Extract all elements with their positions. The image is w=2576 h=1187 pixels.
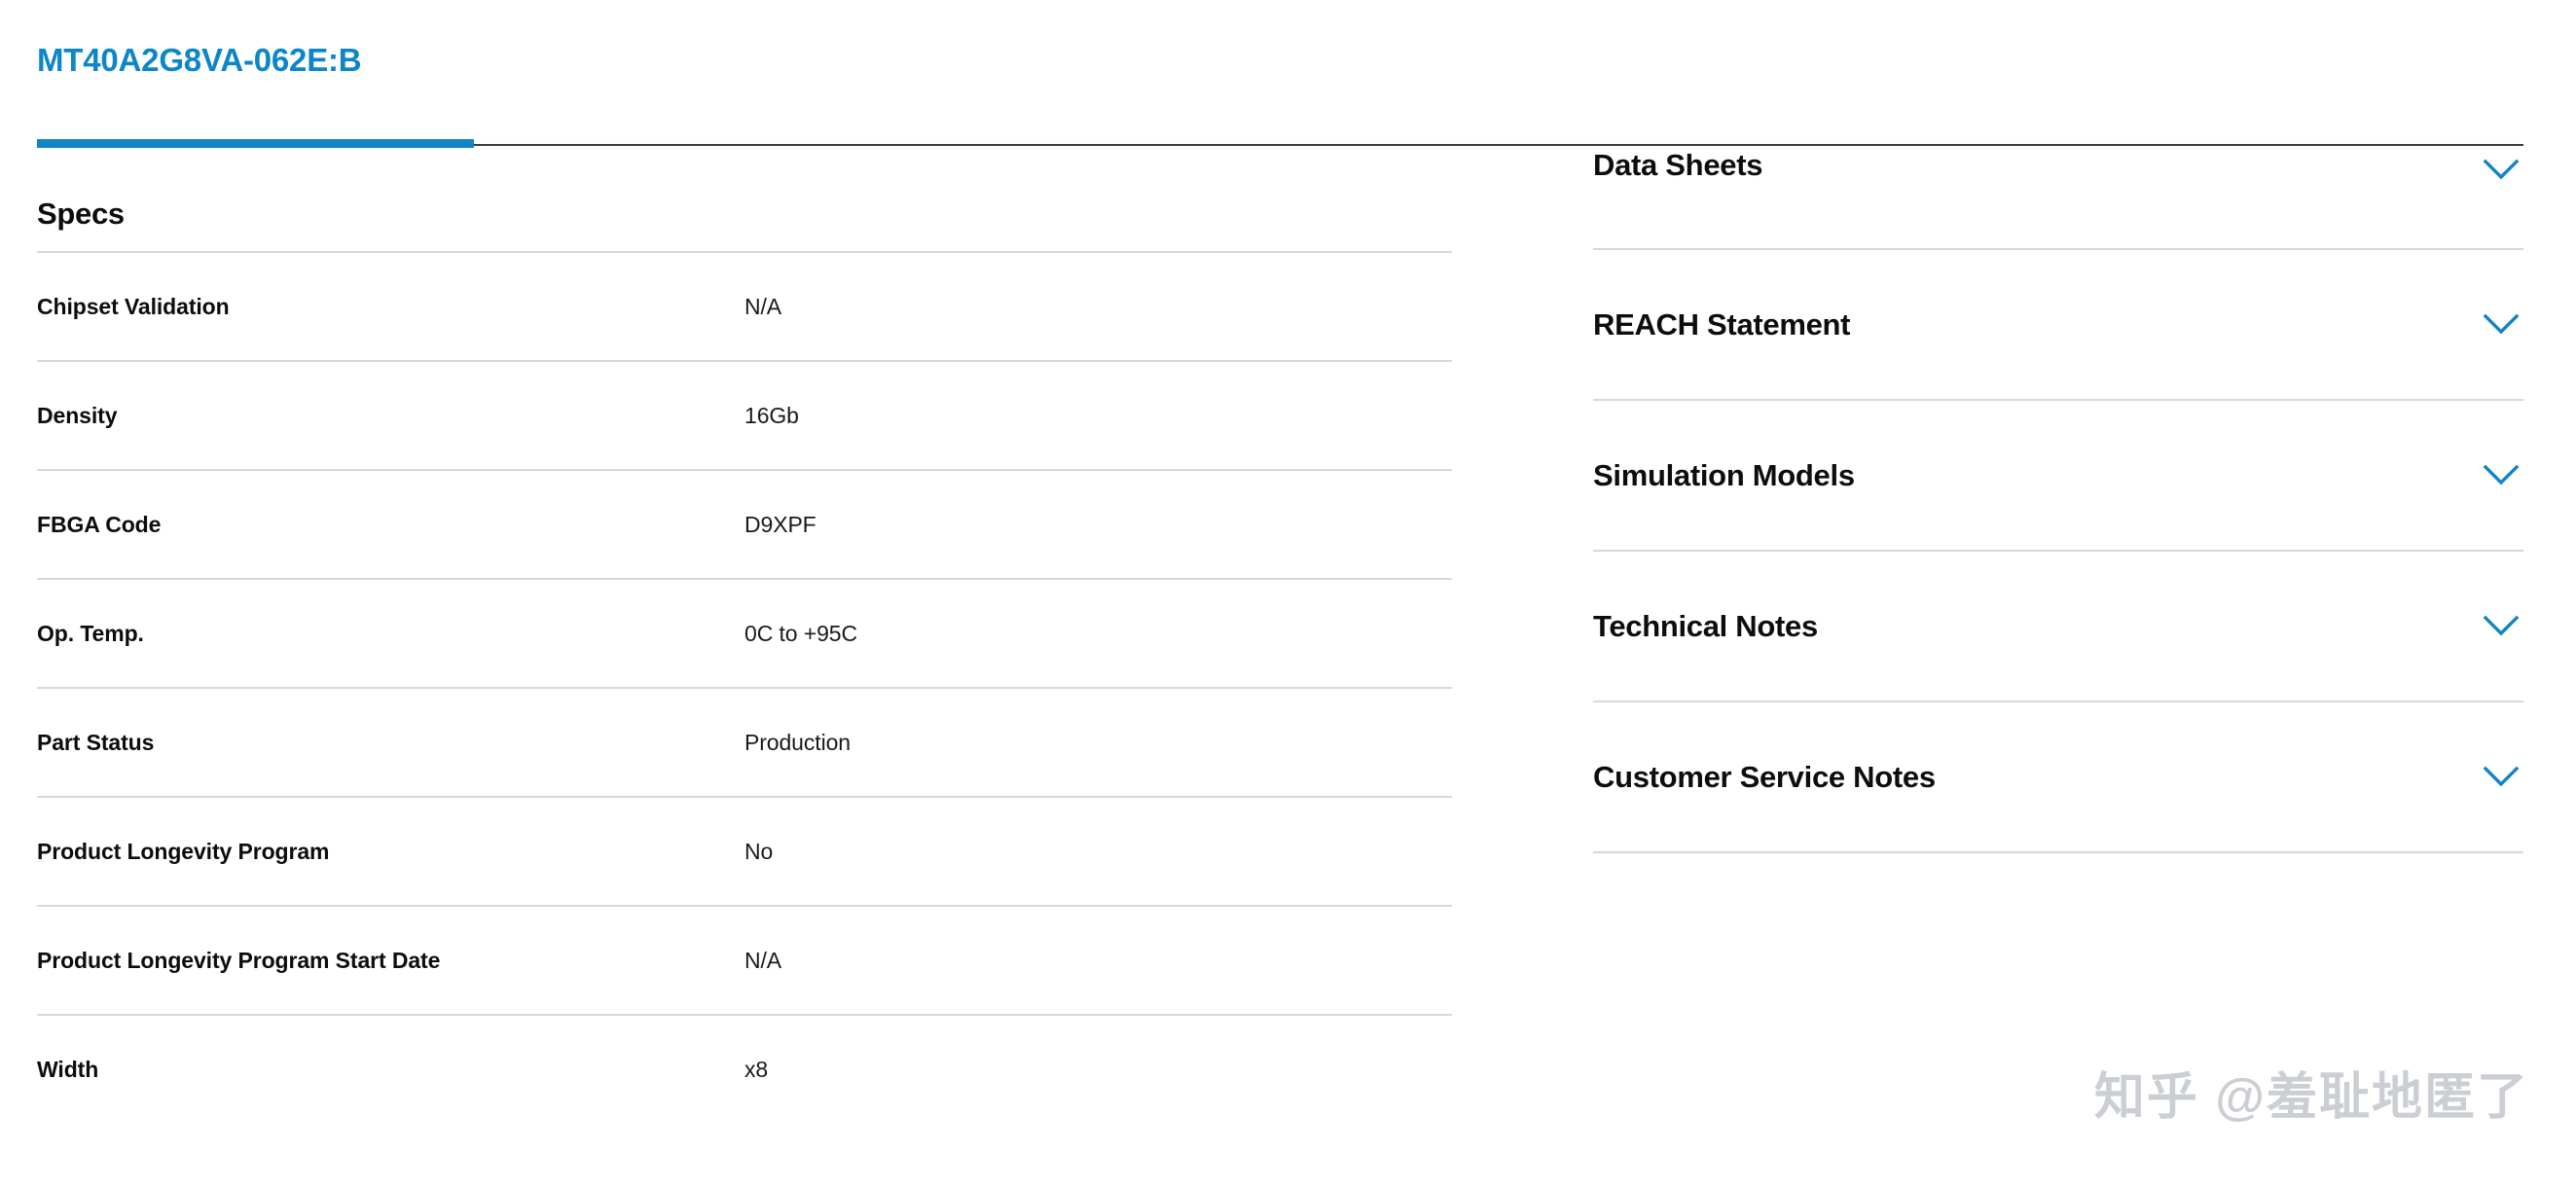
- spec-label: Product Longevity Program Start Date: [37, 948, 744, 974]
- accordion-label: Customer Service Notes: [1593, 760, 1936, 795]
- accordion-label: Simulation Models: [1593, 458, 1855, 493]
- chevron-down-icon[interactable]: [2479, 604, 2523, 649]
- table-row: Product Longevity Program Start Date N/A: [37, 907, 1452, 1016]
- spec-label: Width: [37, 1057, 744, 1083]
- spec-value: N/A: [744, 294, 781, 320]
- spec-label: FBGA Code: [37, 512, 744, 538]
- chevron-down-icon[interactable]: [2479, 755, 2523, 800]
- table-row: Part Status Production: [37, 689, 1452, 798]
- active-tab-indicator: [37, 139, 474, 148]
- spec-value: x8: [744, 1057, 768, 1083]
- spec-label: Density: [37, 403, 744, 429]
- accordion-item-technical-notes[interactable]: Technical Notes: [1593, 552, 2523, 702]
- specs-table: Chipset Validation N/A Density 16Gb FBGA…: [37, 251, 1452, 1123]
- spec-value: Production: [744, 730, 851, 756]
- watermark: 知乎 @羞耻地匿了: [2094, 1056, 2529, 1129]
- spec-value: N/A: [744, 948, 781, 974]
- accordion-label: REACH Statement: [1593, 307, 1850, 342]
- accordion-label: Data Sheets: [1593, 148, 1762, 183]
- spec-value: 16Gb: [744, 403, 799, 429]
- accordion-item-data-sheets[interactable]: Data Sheets: [1593, 148, 2523, 250]
- spec-value: 0C to +95C: [744, 621, 857, 647]
- specs-heading: Specs: [37, 148, 1452, 202]
- product-detail-body: Specs Chipset Validation N/A Density 16G…: [0, 148, 2576, 1187]
- table-row: Op. Temp. 0C to +95C: [37, 580, 1452, 689]
- accordion-item-simulation-models[interactable]: Simulation Models: [1593, 401, 2523, 552]
- accordion-item-customer-service-notes[interactable]: Customer Service Notes: [1593, 702, 2523, 853]
- accordion-label: Technical Notes: [1593, 609, 1818, 644]
- specs-section: Specs Chipset Validation N/A Density 16G…: [37, 148, 1452, 1123]
- table-row: Width x8: [37, 1016, 1452, 1123]
- chevron-down-icon[interactable]: [2479, 148, 2523, 193]
- table-row: FBGA Code D9XPF: [37, 471, 1452, 580]
- table-row: Product Longevity Program No: [37, 798, 1452, 907]
- chevron-down-icon[interactable]: [2479, 303, 2523, 347]
- table-row: Density 16Gb: [37, 362, 1452, 471]
- page-title[interactable]: MT40A2G8VA-062E:B: [37, 42, 361, 79]
- chevron-down-icon[interactable]: [2479, 453, 2523, 498]
- spec-value: D9XPF: [744, 512, 816, 538]
- spec-label: Product Longevity Program: [37, 839, 744, 865]
- spec-label: Part Status: [37, 730, 744, 756]
- spec-label: Chipset Validation: [37, 294, 744, 320]
- product-tab-header: MT40A2G8VA-062E:B: [0, 0, 2576, 148]
- spec-label: Op. Temp.: [37, 621, 744, 647]
- spec-value: No: [744, 839, 773, 865]
- resources-accordion: Data Sheets REACH Statement Simulation M…: [1593, 148, 2523, 853]
- accordion-item-reach-statement[interactable]: REACH Statement: [1593, 250, 2523, 401]
- table-row: Chipset Validation N/A: [37, 253, 1452, 362]
